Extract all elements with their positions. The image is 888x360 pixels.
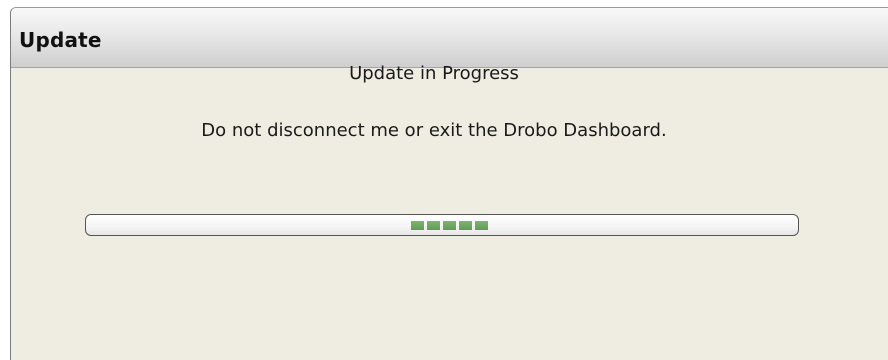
title-bar[interactable]: Update (11, 8, 888, 68)
progress-segment (475, 221, 488, 230)
status-heading: Update in Progress (349, 63, 519, 84)
progress-segment (411, 221, 424, 230)
update-dialog: Update (10, 7, 888, 360)
progress-segment (443, 221, 456, 230)
warning-message: Do not disconnect me or exit the Drobo D… (201, 120, 667, 141)
window-title: Update (19, 28, 102, 52)
progress-segment (427, 221, 440, 230)
progress-segment (459, 221, 472, 230)
update-progress-bar (85, 214, 799, 236)
progress-indicator (86, 221, 798, 230)
